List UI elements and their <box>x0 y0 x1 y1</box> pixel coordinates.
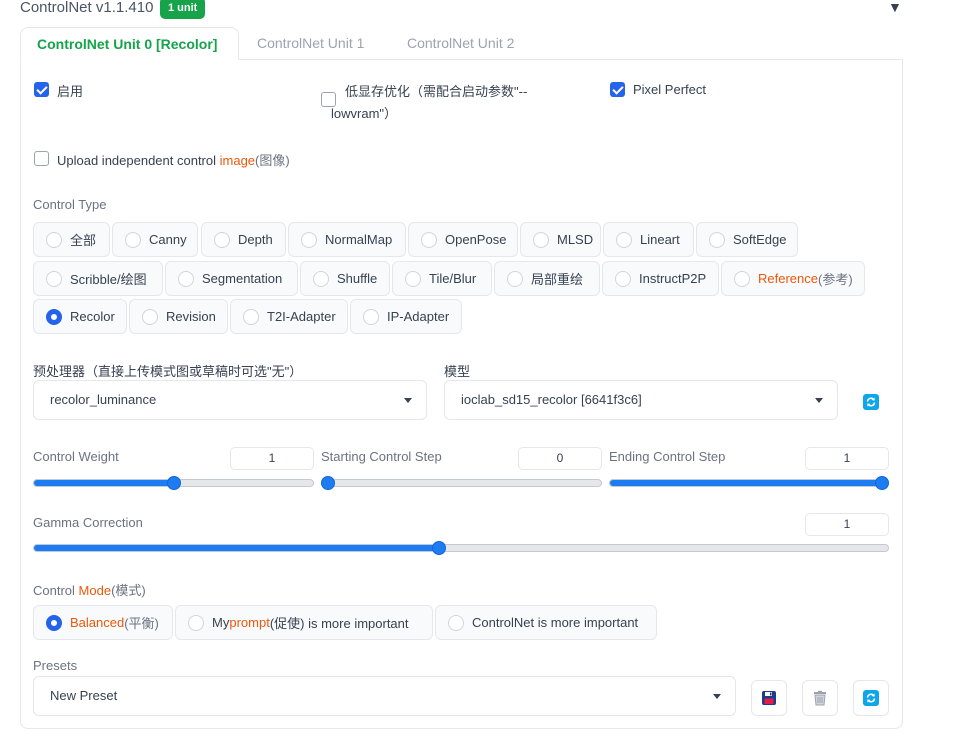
gamma-label: Gamma Correction <box>33 515 143 530</box>
control-type-tile-blur[interactable]: Tile/Blur <box>392 261 492 296</box>
control-type-canny[interactable]: Canny <box>112 222 198 257</box>
control-type-scribble[interactable]: Scribble/绘图 <box>33 261 163 296</box>
preprocessor-label: 预处理器（直接上传模式图或草稿时可选"无"） <box>33 364 303 379</box>
control-mode-prompt[interactable]: My prompt (促使) is more important <box>175 605 433 640</box>
unit-count-badge: 1 unit <box>160 0 206 19</box>
control-type-t2i-adapter[interactable]: T2I-Adapter <box>230 299 348 334</box>
control-mode-controlnet[interactable]: ControlNet is more important <box>435 605 657 640</box>
slider-fill <box>34 545 439 551</box>
chevron-down-icon <box>404 398 412 403</box>
control-weight-input[interactable]: 1 <box>230 447 314 470</box>
refresh-icon <box>863 394 879 410</box>
ending-step-input[interactable]: 1 <box>805 447 889 470</box>
model-dropdown[interactable]: ioclab_sd15_recolor [6641f3c6] <box>444 380 838 420</box>
preset-refresh-button[interactable] <box>853 680 889 716</box>
enable-checkbox[interactable] <box>34 82 49 97</box>
control-weight-thumb[interactable] <box>166 476 181 490</box>
control-type-inpaint[interactable]: 局部重绘 <box>494 261 600 296</box>
control-type-instructp2p[interactable]: InstructP2P <box>602 261 719 296</box>
chevron-down-icon <box>815 398 823 403</box>
control-type-normalmap[interactable]: NormalMap <box>288 222 406 257</box>
control-type-shuffle[interactable]: Shuffle <box>300 261 390 296</box>
control-type-lineart[interactable]: Lineart <box>603 222 694 257</box>
starting-step-label: Starting Control Step <box>321 449 442 464</box>
tab-unit-1[interactable]: ControlNet Unit 1 <box>241 27 380 60</box>
control-type-openpose[interactable]: OpenPose <box>408 222 518 257</box>
control-type-depth[interactable]: Depth <box>201 222 286 257</box>
starting-step-slider[interactable] <box>321 479 602 487</box>
save-icon <box>762 691 776 705</box>
ending-step-slider[interactable] <box>609 479 889 487</box>
ending-step-label: Ending Control Step <box>609 449 726 464</box>
model-refresh-button[interactable] <box>853 384 889 420</box>
starting-step-thumb[interactable] <box>321 476 335 490</box>
tab-unit-0[interactable]: ControlNet Unit 0 [Recolor] <box>20 27 239 60</box>
control-type-label: Control Type <box>33 197 107 212</box>
enable-label: 启用 <box>57 84 84 99</box>
presets-label: Presets <box>33 658 78 673</box>
control-type-reference[interactable]: Reference (参考) <box>721 261 865 296</box>
ending-step-thumb[interactable] <box>875 476 889 490</box>
chevron-down-icon <box>713 694 721 699</box>
control-type-ip-adapter[interactable]: IP-Adapter <box>350 299 462 334</box>
model-label: 模型 <box>444 364 471 379</box>
control-type-mlsd[interactable]: MLSD <box>520 222 601 257</box>
control-weight-label: Control Weight <box>33 449 119 464</box>
control-type-softedge[interactable]: SoftEdge <box>696 222 798 257</box>
pixel-perfect-label: Pixel Perfect <box>633 82 706 97</box>
accordion-title[interactable]: ControlNet v1.1.410 <box>20 0 153 16</box>
control-type-all[interactable]: 全部 <box>33 222 110 257</box>
preset-save-button[interactable] <box>751 680 787 716</box>
starting-step-input[interactable]: 0 <box>518 447 602 470</box>
trash-icon <box>814 690 826 706</box>
tab-unit-2[interactable]: ControlNet Unit 2 <box>391 27 530 60</box>
presets-dropdown[interactable]: New Preset <box>33 676 736 716</box>
gamma-slider[interactable] <box>33 544 889 552</box>
preprocessor-dropdown[interactable]: recolor_luminance <box>33 380 427 420</box>
control-type-segmentation[interactable]: Segmentation <box>165 261 298 296</box>
upload-independent-label: Upload independent control image(图像) <box>57 153 290 168</box>
slider-fill <box>34 480 174 486</box>
gamma-input[interactable]: 1 <box>805 513 889 536</box>
gamma-thumb[interactable] <box>432 541 447 555</box>
upload-independent-checkbox[interactable] <box>34 151 49 166</box>
preset-delete-button[interactable] <box>802 680 838 716</box>
slider-fill <box>610 480 888 486</box>
lowvram-label-line1: 低显存优化（需配合启动参数"-- <box>345 84 528 99</box>
control-type-recolor[interactable]: Recolor <box>33 299 127 334</box>
pixel-perfect-checkbox[interactable] <box>610 82 625 97</box>
control-mode-balanced[interactable]: Balanced (平衡) <box>33 605 173 640</box>
control-mode-label: Control Mode(模式) <box>33 583 146 598</box>
control-type-revision[interactable]: Revision <box>129 299 228 334</box>
refresh-icon <box>863 690 879 706</box>
lowvram-label-line2: lowvram"） <box>331 106 398 121</box>
collapse-caret-icon[interactable]: ▼ <box>888 0 902 15</box>
